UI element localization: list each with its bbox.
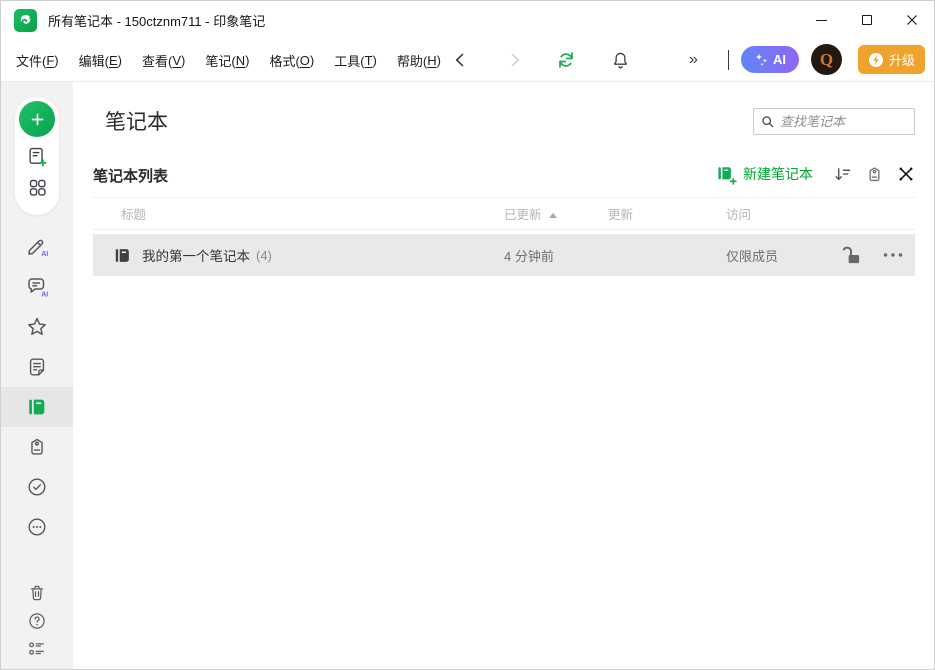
notebook-row-icon	[113, 246, 132, 265]
back-icon	[452, 52, 469, 69]
titlebar: 所有笔记本 - 150ctznm711 - 印象笔记	[1, 1, 934, 39]
more-circle-icon	[26, 516, 48, 538]
note-plus-icon	[26, 146, 48, 168]
page-title: 笔记本	[105, 106, 168, 136]
sidebar-item-notebooks[interactable]	[1, 387, 73, 427]
sidebar-item-help[interactable]	[1, 607, 73, 635]
notifications-button[interactable]	[610, 50, 631, 71]
minimize-icon	[816, 20, 827, 21]
menu-view[interactable]: 查看(V)	[132, 39, 195, 81]
window-title: 所有笔记本 - 150ctznm711 - 印象笔记	[48, 11, 265, 30]
close-icon	[906, 14, 918, 26]
forward-icon	[506, 52, 523, 69]
close-button[interactable]	[889, 1, 934, 39]
unlock-icon	[841, 246, 862, 265]
nav-forward-button[interactable]	[506, 52, 523, 69]
tag-filter-icon[interactable]	[865, 165, 884, 184]
notebook-search[interactable]	[753, 108, 915, 135]
menu-file[interactable]: 文件(F)	[6, 39, 69, 81]
star-icon	[25, 315, 49, 339]
nav-back-button[interactable]	[452, 52, 469, 69]
widgets-button[interactable]	[27, 177, 48, 198]
sidebar-item-trash[interactable]	[1, 579, 73, 607]
maximize-button[interactable]	[844, 1, 889, 39]
section-controls: 新建笔记本	[716, 161, 915, 187]
account-avatar[interactable]: Q	[811, 44, 842, 75]
sparkles-icon	[754, 52, 769, 67]
notebook-more-button[interactable]	[871, 252, 915, 258]
column-header-update[interactable]: 更新	[593, 204, 711, 223]
avatar-initial: Q	[820, 50, 833, 70]
menu-edit[interactable]: 编辑(E)	[69, 39, 132, 81]
table-header-row: 标题 已更新 更新 访问	[93, 197, 915, 230]
sidebar-item-ai-write[interactable]: AI	[1, 227, 73, 267]
evernote-logo-icon	[14, 9, 37, 32]
new-note-button[interactable]	[19, 101, 55, 137]
ai-badge-label: AI	[773, 52, 786, 67]
notebook-plus-icon[interactable]	[716, 164, 737, 185]
note-icon	[26, 356, 48, 378]
list-settings-icon	[27, 639, 47, 659]
app-window: 所有笔记本 - 150ctznm711 - 印象笔记 文件(F) 编辑(E) 查…	[0, 0, 935, 670]
sidebar-item-notes[interactable]	[1, 347, 73, 387]
menu-note[interactable]: 笔记(N)	[195, 39, 259, 81]
notebook-updated: 4 分钟前	[489, 246, 593, 265]
upgrade-label: 升级	[889, 50, 915, 69]
window-controls	[799, 1, 934, 39]
toolbar-overflow-button[interactable]: »	[689, 51, 699, 69]
trash-icon	[27, 583, 47, 603]
notebook-access: 仅限成员	[711, 246, 831, 265]
expand-icon[interactable]	[897, 165, 915, 183]
minimize-button[interactable]	[799, 1, 844, 39]
menu-help[interactable]: 帮助(H)	[387, 39, 451, 81]
column-header-access[interactable]: 访问	[711, 204, 831, 223]
sidebar-item-tasks[interactable]	[1, 467, 73, 507]
svg-text:AI: AI	[41, 291, 48, 298]
new-notebook-button[interactable]: 新建笔记本	[743, 164, 813, 184]
sort-ascending-icon	[549, 213, 557, 218]
check-circle-icon	[26, 476, 48, 498]
menu-tools[interactable]: 工具(T)	[324, 39, 387, 81]
sidebar-item-preferences[interactable]	[1, 635, 73, 663]
grid-icon	[27, 177, 48, 198]
main-content: 笔记本 笔记本列表 新建笔记本	[73, 82, 934, 669]
notebook-icon	[26, 396, 48, 418]
sort-icon[interactable]	[833, 165, 852, 184]
column-header-updated[interactable]: 已更新	[489, 204, 593, 223]
sync-button[interactable]	[556, 50, 576, 70]
sidebar-item-ai-chat[interactable]: AI	[1, 267, 73, 307]
pen-ai-icon: AI	[25, 235, 50, 260]
search-input[interactable]	[780, 114, 907, 129]
help-icon	[27, 611, 47, 631]
quick-new-note-button[interactable]	[26, 146, 48, 168]
chevrons-right-icon: »	[689, 51, 699, 69]
toolbar-divider	[728, 50, 729, 70]
bell-icon	[610, 50, 631, 71]
upgrade-button[interactable]: 升级	[858, 45, 925, 74]
menu-format[interactable]: 格式(O)	[259, 39, 324, 81]
sidebar: AI AI	[1, 82, 73, 669]
sidebar-item-more[interactable]	[1, 507, 73, 547]
sidebar-item-tags[interactable]	[1, 427, 73, 467]
table-row[interactable]: 我的第一个笔记本 (4) 4 分钟前 仅限成员	[93, 234, 915, 276]
notebook-note-count: (4)	[256, 248, 272, 263]
ellipsis-icon	[882, 252, 904, 258]
notebook-lock-button[interactable]	[831, 246, 871, 265]
maximize-icon	[862, 15, 872, 25]
ai-assistant-button[interactable]: AI	[741, 46, 799, 73]
search-icon	[761, 114, 774, 129]
sync-icon	[556, 50, 576, 70]
chat-ai-icon: AI	[25, 275, 50, 300]
tag-icon	[26, 436, 48, 458]
sidebar-item-shortcuts[interactable]	[1, 307, 73, 347]
sidebar-quick-actions	[15, 97, 59, 215]
menubar: 文件(F) 编辑(E) 查看(V) 笔记(N) 格式(O) 工具(T) 帮助(H…	[1, 39, 934, 82]
notebook-title: 我的第一个笔记本	[142, 245, 250, 265]
lightning-bolt-icon	[868, 52, 884, 68]
plus-icon	[29, 111, 46, 128]
section-title: 笔记本列表	[93, 165, 168, 186]
column-header-title[interactable]: 标题	[93, 204, 489, 223]
notebook-table: 标题 已更新 更新 访问 我的第一个笔记本 (4)	[93, 197, 915, 276]
svg-text:AI: AI	[41, 251, 48, 258]
